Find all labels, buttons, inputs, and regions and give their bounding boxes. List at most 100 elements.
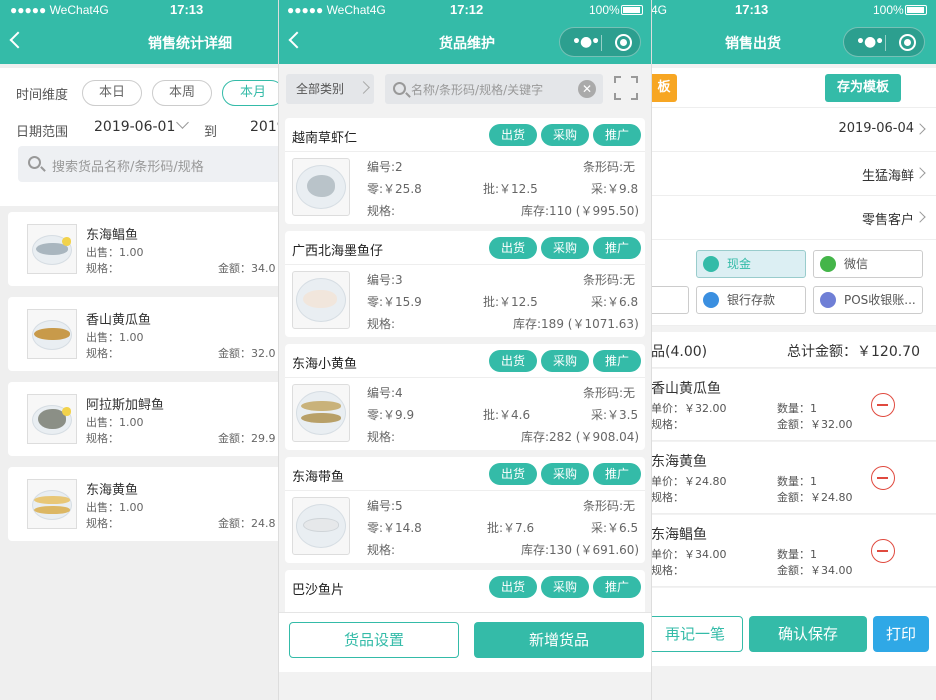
item-sold: 出售：1.00: [86, 246, 144, 259]
battery-label: 100%: [589, 3, 620, 17]
remove-icon[interactable]: [871, 466, 895, 490]
more-icon[interactable]: •●•: [572, 34, 600, 50]
product-image: [292, 158, 350, 216]
close-mini-program-icon[interactable]: [899, 34, 916, 51]
sale-line-item: 东海黄鱼 单价：￥24.80 规格： 数量：1 金额：￥24.80: [651, 442, 936, 514]
promote-button[interactable]: 推广: [593, 350, 641, 372]
remove-icon[interactable]: [871, 393, 895, 417]
clear-icon[interactable]: ✕: [578, 80, 596, 98]
capsule-menu[interactable]: •●•: [559, 27, 641, 57]
more-icon[interactable]: •●•: [856, 34, 884, 50]
pay-other[interactable]: [651, 286, 689, 314]
pay-pos[interactable]: POS收银账...: [813, 286, 923, 314]
list-item[interactable]: 阿拉斯加鲟鱼 出售：1.00 规格： 金额：29.9: [8, 382, 290, 456]
product-stock: 库存:130 (￥691.60): [521, 543, 640, 557]
record-again-button[interactable]: 再记一笔: [651, 616, 743, 652]
close-mini-program-icon[interactable]: [615, 34, 632, 51]
promote-button[interactable]: 推广: [593, 463, 641, 485]
chevron-down-icon[interactable]: [176, 116, 189, 129]
promote-button[interactable]: 推广: [593, 124, 641, 146]
capsule-menu[interactable]: •●•: [843, 27, 925, 57]
item-name: 东海黄鱼: [86, 483, 139, 498]
chevron-right-icon: [914, 211, 926, 223]
product-code: 编号:5: [367, 499, 403, 513]
date-start[interactable]: 2019-06-01: [94, 119, 175, 135]
item-sold: 出售：1.00: [86, 501, 144, 514]
category-row[interactable]: 生猛海鲜: [651, 152, 936, 196]
save-template-button[interactable]: 存为模板: [825, 74, 901, 102]
pay-wechat[interactable]: 微信: [813, 250, 923, 278]
item-spec: 规格：: [86, 262, 119, 275]
sale-item-spec: 规格：: [651, 564, 684, 577]
retail-price: 零:￥9.9: [367, 408, 415, 422]
product-card[interactable]: 越南草虾仁 出货 采购 推广 编号:2 条形码:无 零:￥25.8 批:￥12.…: [285, 118, 645, 224]
ship-button[interactable]: 出货: [489, 463, 537, 485]
pill-month[interactable]: 本月: [222, 80, 284, 106]
pay-bank[interactable]: 银行存款: [696, 286, 806, 314]
use-template-button[interactable]: 板: [651, 74, 677, 102]
goods-settings-button[interactable]: 货品设置: [289, 622, 459, 658]
page-title: 货品维护: [439, 36, 495, 52]
scan-icon[interactable]: [614, 76, 638, 100]
purchase-button[interactable]: 采购: [541, 124, 589, 146]
product-card[interactable]: 巴沙鱼片 出货 采购 推广: [285, 570, 645, 612]
product-card[interactable]: 东海小黄鱼 出货 采购 推广 编号:4 条形码:无 零:￥9.9 批:￥4.6 …: [285, 344, 645, 450]
retail-price: 零:￥14.8: [367, 521, 422, 535]
product-barcode: 条形码:无: [583, 273, 636, 287]
chevron-right-icon: [914, 167, 926, 179]
remove-icon[interactable]: [871, 539, 895, 563]
item-amount: 金额：24.8: [218, 517, 276, 530]
list-item[interactable]: 香山黄瓜鱼 出售：1.00 规格： 金额：32.0: [8, 297, 290, 371]
nav-bar: 销售出货 •●•: [651, 20, 936, 64]
item-sold: 出售：1.00: [86, 331, 144, 344]
product-name: 东海小黄鱼: [292, 357, 358, 372]
promote-button[interactable]: 推广: [593, 237, 641, 259]
search-input[interactable]: 名称/条形码/规格/关键字 ✕: [385, 74, 603, 104]
purchase-button[interactable]: 采购: [541, 237, 589, 259]
product-stock: 库存:189 (￥1071.63): [513, 317, 639, 331]
print-button[interactable]: 打印: [873, 616, 929, 652]
search-input[interactable]: 搜索货品名称/条形码/规格: [18, 146, 290, 182]
list-item[interactable]: 东海鲳鱼 出售：1.00 规格： 金额：34.0: [8, 212, 290, 286]
ship-button[interactable]: 出货: [489, 237, 537, 259]
goods-maintenance-screen: ●●●●● WeChat4G 17:12 100% 货品维护 •●• 全部类别 …: [278, 0, 652, 700]
carrier-label: ●●●●● WeChat4G: [10, 3, 109, 17]
customer-row[interactable]: 零售客户: [651, 196, 936, 240]
product-barcode: 条形码:无: [583, 386, 636, 400]
product-image: [292, 384, 350, 442]
date-row[interactable]: 2019-06-04: [651, 108, 936, 152]
item-name: 东海鲳鱼: [86, 228, 139, 243]
item-spec: 规格：: [86, 347, 119, 360]
nav-bar: 销售统计详细: [0, 20, 290, 64]
list-item[interactable]: 东海黄鱼 出售：1.00 规格： 金额：24.8: [8, 467, 290, 541]
purchase-button[interactable]: 采购: [541, 350, 589, 372]
item-spec: 规格：: [86, 517, 119, 530]
add-goods-button[interactable]: 新增货品: [474, 622, 644, 658]
ship-button[interactable]: 出货: [489, 124, 537, 146]
product-image: [27, 394, 77, 444]
product-image: [27, 224, 77, 274]
item-name: 香山黄瓜鱼: [86, 313, 152, 328]
product-card[interactable]: 广西北海墨鱼仔 出货 采购 推广 编号:3 条形码:无 零:￥15.9 批:￥1…: [285, 231, 645, 337]
back-icon[interactable]: [288, 31, 306, 49]
pay-cash[interactable]: 现金: [696, 250, 806, 278]
confirm-save-button[interactable]: 确认保存: [749, 616, 867, 652]
back-icon[interactable]: [9, 31, 27, 49]
product-image: [292, 497, 350, 555]
product-spec: 规格:: [367, 430, 396, 444]
pill-week[interactable]: 本周: [152, 80, 212, 106]
search-icon: [393, 82, 406, 95]
purchase-button[interactable]: 采购: [541, 463, 589, 485]
retail-price: 零:￥15.9: [367, 295, 422, 309]
product-card[interactable]: 东海带鱼 出货 采购 推广 编号:5 条形码:无 零:￥14.8 批:￥7.6 …: [285, 457, 645, 563]
promote-button[interactable]: 推广: [593, 576, 641, 598]
sale-item-qty: 数量：1: [777, 402, 817, 415]
sale-item-price: 单价：￥24.80: [651, 475, 727, 488]
pill-today[interactable]: 本日: [82, 80, 142, 106]
ship-button[interactable]: 出货: [489, 576, 537, 598]
category-select[interactable]: 全部类别: [286, 74, 374, 104]
wholesale-price: 批:￥12.5: [483, 295, 538, 309]
sale-item-amount: 金额：￥24.80: [777, 491, 853, 504]
ship-button[interactable]: 出货: [489, 350, 537, 372]
purchase-button[interactable]: 采购: [541, 576, 589, 598]
